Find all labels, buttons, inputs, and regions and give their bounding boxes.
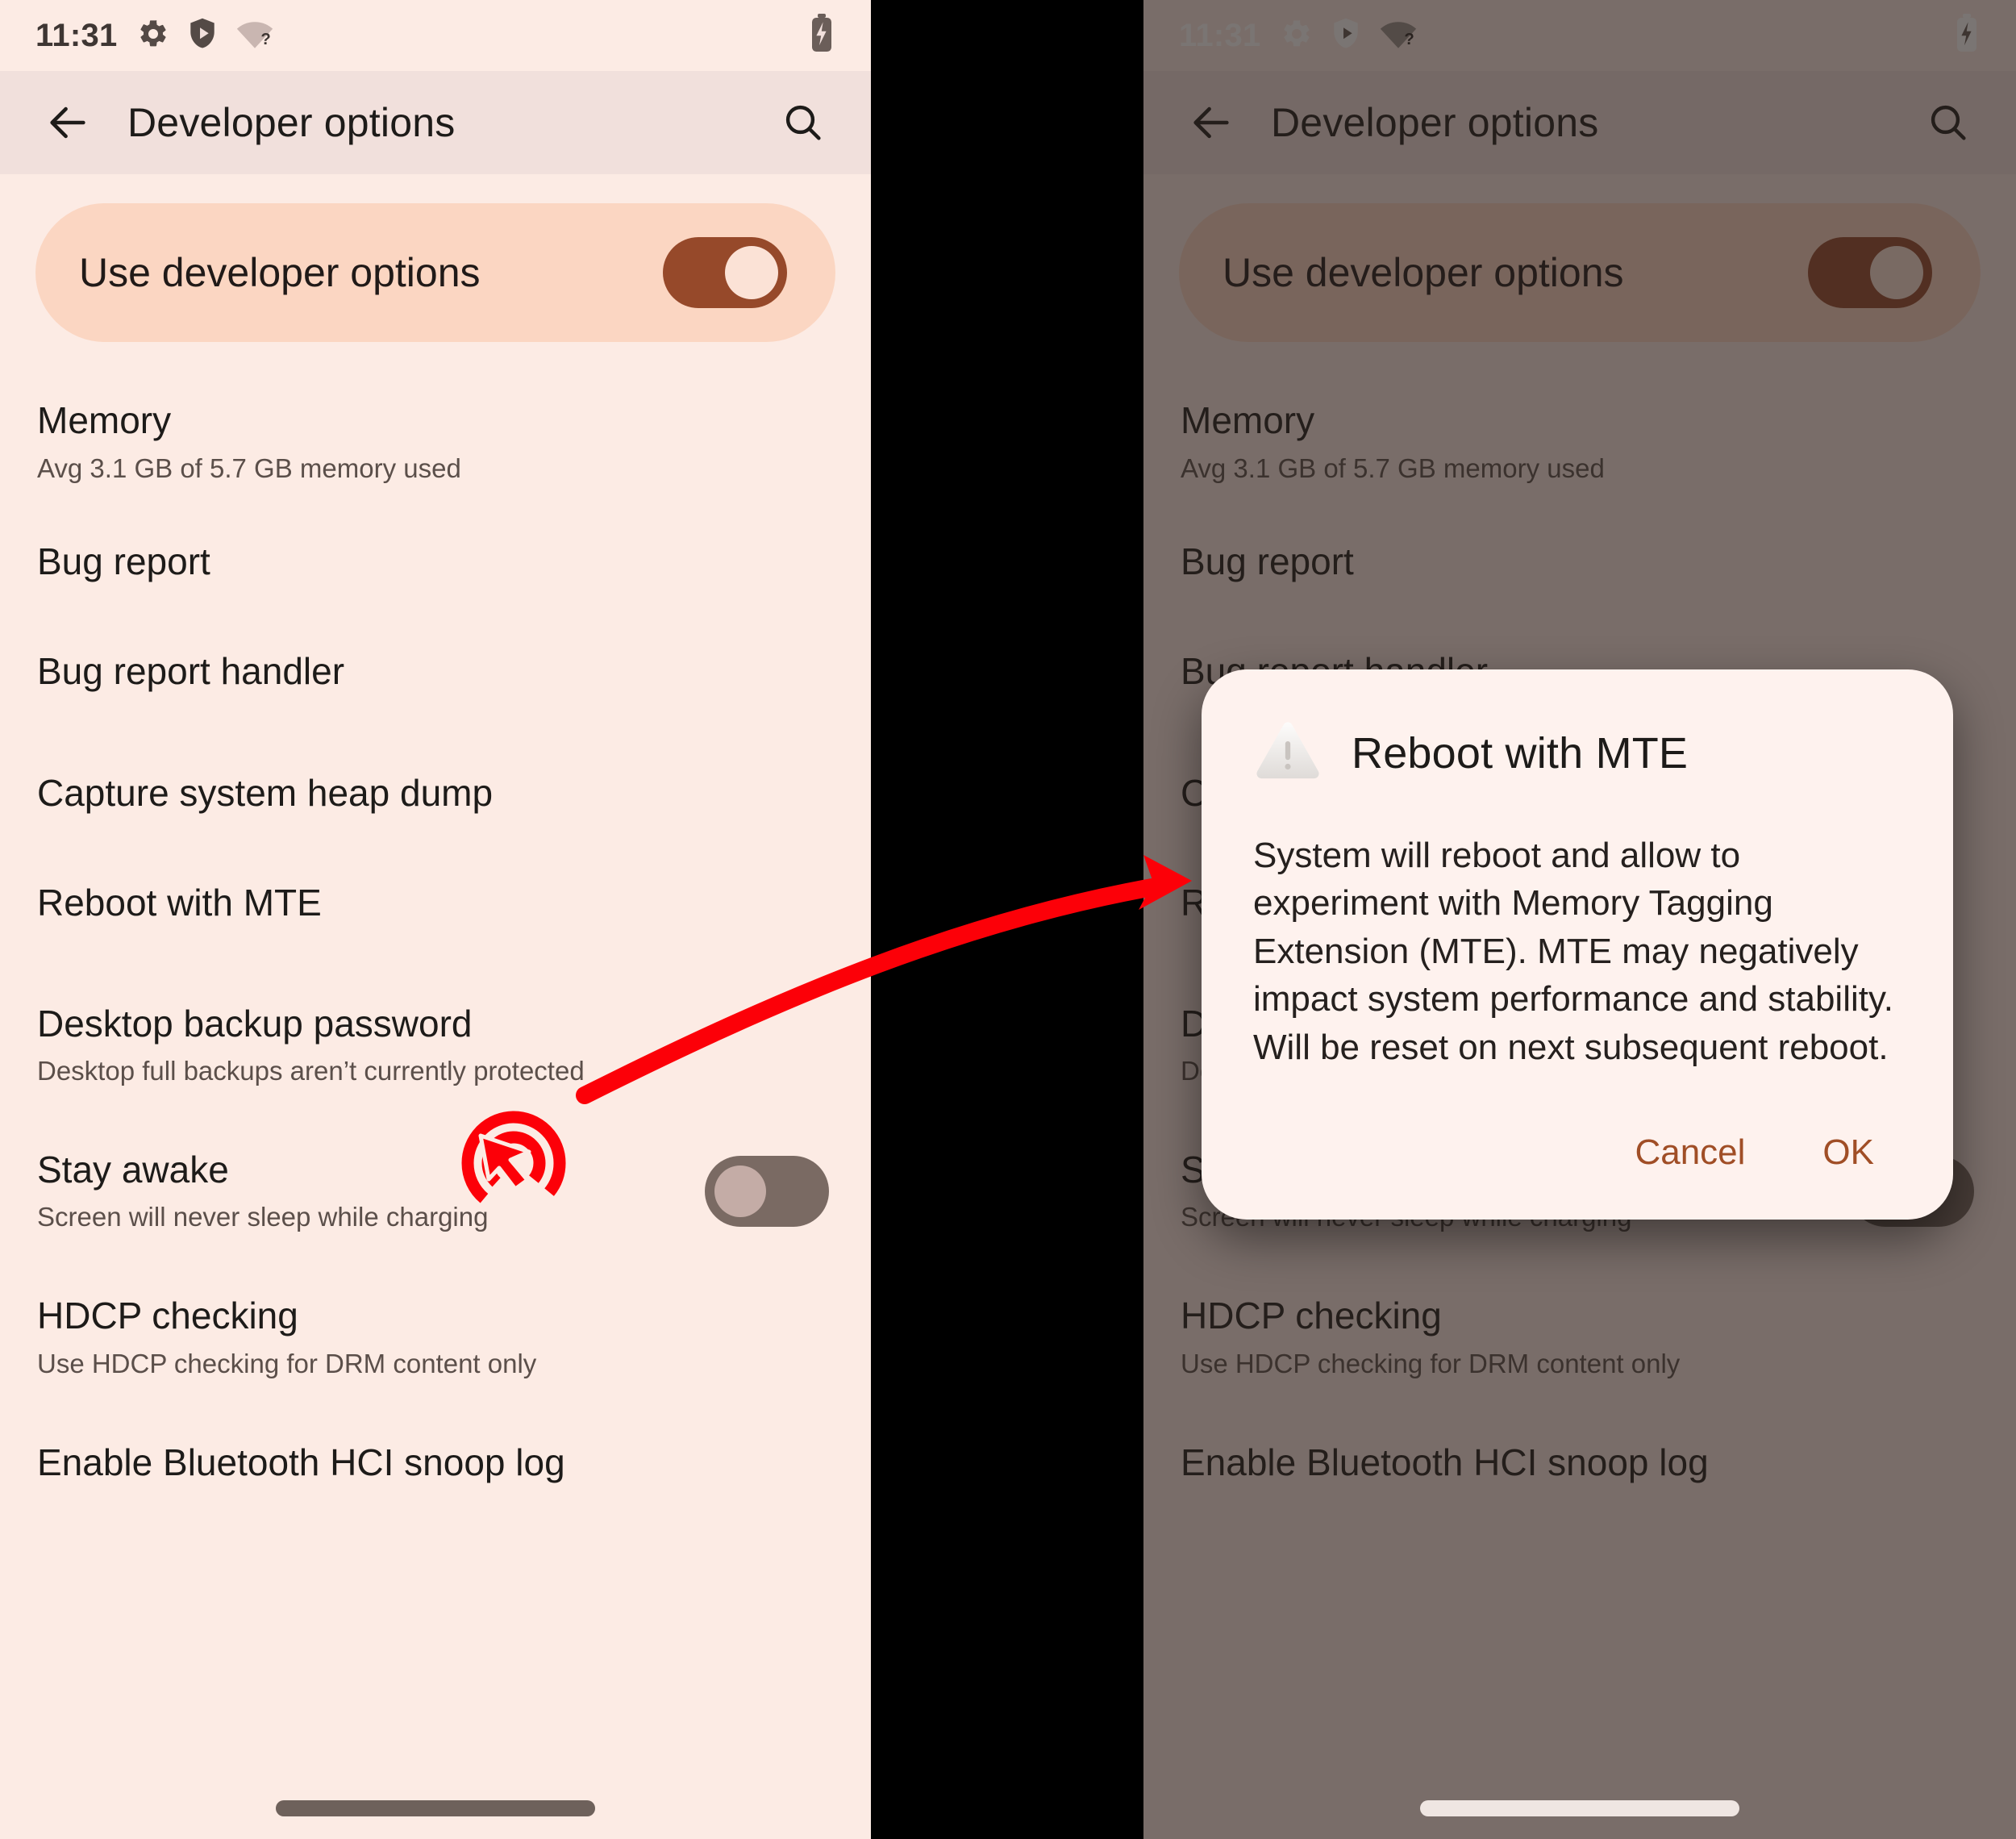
use-developer-options-label: Use developer options — [79, 250, 481, 295]
list-item-subtitle: Use HDCP checking for DRM content only — [37, 1348, 537, 1378]
reboot-with-mte-dialog: Reboot with MTE System will reboot and a… — [1202, 669, 1953, 1220]
use-developer-options-row[interactable]: Use developer options — [1179, 203, 1981, 342]
list-item-subtitle: Screen will never sleep while charging — [37, 1202, 489, 1232]
list-item-title: Reboot with MTE — [37, 882, 322, 924]
toolbar-left: Developer options — [0, 71, 871, 174]
wifi-question-icon: ? — [235, 19, 274, 53]
use-developer-options-toggle[interactable] — [663, 237, 787, 308]
list-item[interactable]: Enable Bluetooth HCI snoop log — [0, 1403, 871, 1508]
list-item-title: Bug report — [37, 540, 210, 583]
settings-content-left: Use developer options Memory Avg 3.1 GB … — [0, 203, 871, 1507]
use-developer-options-toggle[interactable] — [1808, 237, 1932, 308]
list-item[interactable]: HDCP checking Use HDCP checking for DRM … — [0, 1257, 871, 1403]
list-item[interactable]: HDCP checking Use HDCP checking for DRM … — [1143, 1257, 2016, 1403]
gesture-nav-pill[interactable] — [1420, 1800, 1739, 1816]
status-bar-right: 11:31 ? — [1143, 0, 2016, 71]
search-icon[interactable] — [1903, 77, 1993, 168]
list-item-title: HDCP checking — [37, 1295, 298, 1337]
battery-charging-icon — [808, 13, 835, 58]
back-arrow-icon[interactable] — [1166, 77, 1256, 168]
list-item-title: Stay awake — [37, 1148, 229, 1191]
list-item-subtitle: Desktop full backups aren’t currently pr… — [37, 1056, 585, 1086]
gear-icon — [1281, 18, 1313, 54]
ok-button[interactable]: OK — [1795, 1118, 1901, 1187]
list-item-title: Capture system heap dump — [37, 772, 494, 815]
list-item-title: Enable Bluetooth HCI snoop log — [37, 1441, 565, 1483]
list-item[interactable]: Capture system heap dump — [0, 726, 871, 849]
dialog-title: Reboot with MTE — [1352, 728, 1689, 778]
list-item-subtitle: Use HDCP checking for DRM content only — [1181, 1348, 1681, 1378]
list-item-title: Enable Bluetooth HCI snoop log — [1181, 1441, 1709, 1483]
list-item[interactable]: Enable Bluetooth HCI snoop log — [1143, 1403, 2016, 1508]
shield-play-icon — [187, 17, 218, 55]
wifi-question-icon: ? — [1379, 19, 1418, 53]
list-item-title: Bug report handler — [37, 649, 345, 692]
gear-icon — [137, 18, 169, 54]
status-bar-clock: 11:31 — [35, 18, 118, 53]
svg-text:?: ? — [260, 30, 270, 48]
shield-play-icon — [1331, 17, 1361, 55]
status-bar-clock: 11:31 — [1179, 18, 1261, 53]
list-item[interactable]: Memory Avg 3.1 GB of 5.7 GB memory used — [0, 376, 871, 507]
page-title: Developer options — [127, 100, 456, 145]
use-developer-options-row[interactable]: Use developer options — [35, 203, 835, 342]
list-item[interactable]: Bug report — [1143, 507, 2016, 617]
list-item-title: Memory — [1181, 399, 1315, 441]
list-item-subtitle: Avg 3.1 GB of 5.7 GB memory used — [1181, 452, 1605, 483]
gesture-nav-pill[interactable] — [276, 1800, 595, 1816]
settings-list-left: Memory Avg 3.1 GB of 5.7 GB memory used … — [0, 376, 871, 1507]
status-bar-left: 11:31 ? — [0, 0, 871, 71]
list-item-title: HDCP checking — [1181, 1295, 1442, 1337]
list-item-reboot-with-mte[interactable]: Reboot with MTE — [0, 849, 871, 958]
stay-awake-toggle[interactable] — [705, 1155, 829, 1227]
list-item-title: Bug report — [1181, 540, 1354, 583]
toolbar-right: Developer options — [1143, 71, 2016, 174]
warning-triangle-icon — [1253, 719, 1322, 786]
list-item-title: Desktop backup password — [37, 1002, 473, 1045]
dialog-message: System will reboot and allow to experime… — [1253, 836, 1893, 1067]
battery-charging-icon — [1953, 13, 1981, 58]
search-icon[interactable] — [758, 77, 848, 168]
svg-text:?: ? — [1404, 30, 1414, 48]
back-arrow-icon[interactable] — [23, 77, 113, 168]
page-title: Developer options — [1271, 100, 1599, 145]
use-developer-options-label: Use developer options — [1223, 250, 1624, 295]
list-item[interactable]: Stay awake Screen will never sleep while… — [0, 1111, 871, 1257]
screenshot-stage: 11:31 ? Developer options Use developer … — [0, 0, 2016, 1839]
list-item[interactable]: Bug report — [0, 507, 871, 617]
list-item-subtitle: Avg 3.1 GB of 5.7 GB memory used — [37, 452, 461, 483]
list-item[interactable]: Bug report handler — [0, 617, 871, 727]
list-item[interactable]: Memory Avg 3.1 GB of 5.7 GB memory used — [1143, 376, 2016, 507]
left-phone-screen: 11:31 ? Developer options Use developer … — [0, 0, 871, 1839]
cancel-button[interactable]: Cancel — [1607, 1118, 1772, 1187]
list-item-title: Memory — [37, 399, 172, 441]
list-item[interactable]: Desktop backup password Desktop full bac… — [0, 958, 871, 1111]
